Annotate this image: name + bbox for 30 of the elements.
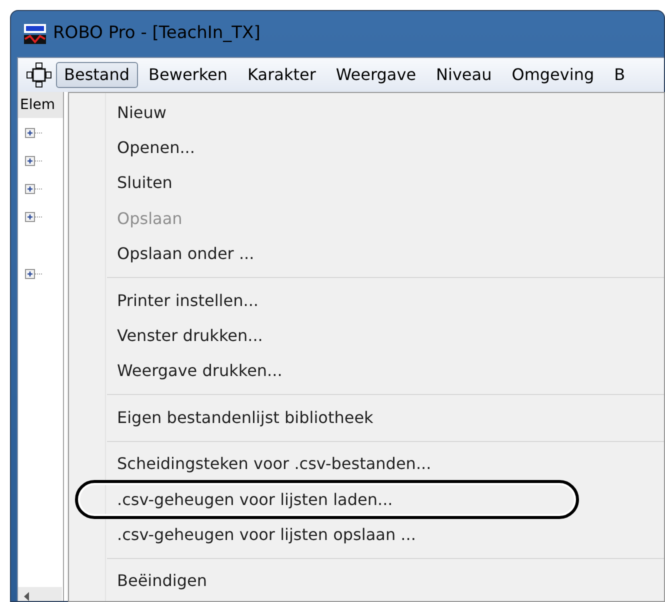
menu-tab[interactable]: Niveau: [427, 62, 501, 88]
menu-tab[interactable]: Bewerken: [140, 62, 237, 88]
menu-item[interactable]: Printer instellen...: [117, 288, 258, 313]
menu-item[interactable]: Scheidingsteken voor .csv-bestanden...: [117, 452, 432, 476]
menu-tab[interactable]: Omgeving: [502, 62, 604, 88]
menu-item[interactable]: Beëindigen: [117, 569, 207, 594]
horizontal-scrollbar[interactable]: [18, 587, 62, 601]
menu-item[interactable]: Venster drukken...: [117, 324, 263, 348]
menu-item[interactable]: .csv-geheugen voor lijsten laden...: [117, 488, 393, 512]
expand-icon[interactable]: [25, 156, 43, 166]
menu-item[interactable]: Nieuw: [117, 100, 166, 125]
menu-item[interactable]: .csv-geheugen voor lijsten opslaan ...: [117, 522, 416, 547]
expand-icon[interactable]: [25, 212, 43, 222]
expand-icon[interactable]: [25, 269, 43, 279]
menu-item[interactable]: Weergave drukken...: [117, 359, 282, 384]
menu-item[interactable]: Opslaan onder ...: [117, 242, 254, 266]
expand-icon[interactable]: [25, 128, 43, 138]
menu-tab[interactable]: Karakter: [238, 62, 325, 88]
expand-icon[interactable]: [25, 184, 43, 194]
app-logo-icon: [23, 23, 47, 45]
window-title: ROBO Pro - [TeachIn_TX]: [53, 22, 260, 46]
menu-tab[interactable]: Weergave: [326, 62, 426, 88]
menu-item[interactable]: Openen...: [117, 136, 195, 160]
diagram-icon[interactable]: [26, 62, 52, 88]
menu-tab[interactable]: Bestand: [56, 62, 138, 88]
menu-item[interactable]: Sluiten: [117, 171, 172, 196]
menu-tab[interactable]: B: [605, 62, 634, 88]
menu-item[interactable]: Eigen bestandenlijst bibliotheek: [117, 406, 374, 430]
panel-header: Elem: [18, 92, 63, 118]
scroll-left-icon[interactable]: [23, 592, 31, 600]
